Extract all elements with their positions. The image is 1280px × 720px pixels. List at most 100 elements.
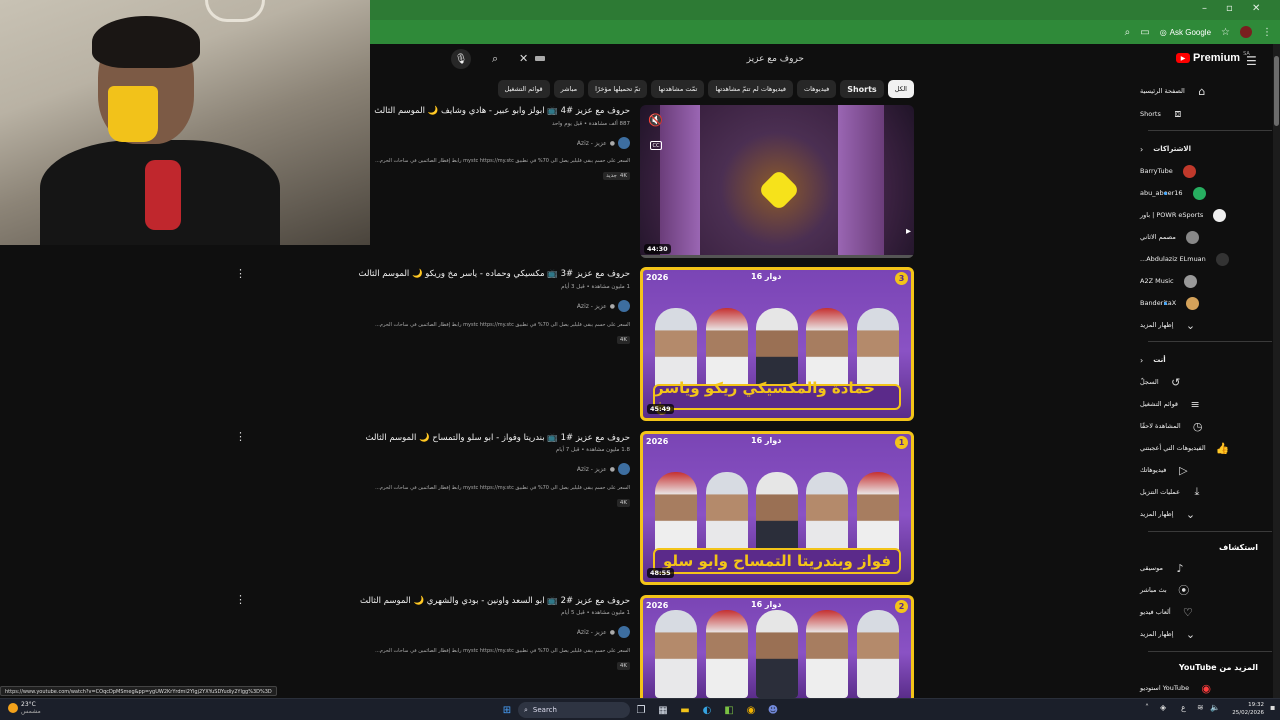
task-view-icon[interactable]: ❐ <box>633 702 649 718</box>
your-videos-icon: ▷ <box>1179 463 1188 477</box>
you-header[interactable]: أنت ‹ <box>1140 351 1264 369</box>
chevron-left-icon: ‹ <box>1140 144 1144 154</box>
video-title[interactable]: حروف مع عزيز #2 📺 ابو السعد واونين - بود… <box>330 596 630 606</box>
chrome-icon[interactable]: ◉ <box>743 702 759 718</box>
sidebar-item-music[interactable]: ♪ موسيقى <box>1140 559 1264 577</box>
subscription-item[interactable]: مصمم الاثاني <box>1140 228 1264 246</box>
thumb-banner: فواز وبندريتا التمساح وابو سلو <box>653 548 901 574</box>
clear-search-icon[interactable]: ✕ <box>519 52 528 65</box>
channel-link[interactable]: Aziz - عزيز ● <box>577 626 630 638</box>
watch-later-icon: ◷ <box>1192 419 1203 433</box>
downloads-icon: ⤓ <box>1194 485 1200 498</box>
sidebar-item-gaming[interactable]: ♡ ألعاب فيديو <box>1140 603 1264 621</box>
windows-start-icon[interactable]: ⊞ <box>499 702 515 718</box>
person <box>806 472 849 560</box>
chip-playlists[interactable]: قوائم التشغيل <box>497 80 550 98</box>
bookmark-star-icon[interactable]: ☆ <box>1221 27 1230 38</box>
network-icon[interactable]: ◈ <box>1160 703 1166 712</box>
sidebar-item-liked[interactable]: 👍 الفيديوهات التي أعجبتني <box>1140 439 1264 457</box>
video-thumbnail[interactable]: 🔇 CC 44:30 <box>640 105 914 258</box>
chip-watched[interactable]: تمّت مشاهدتها <box>651 80 705 98</box>
page-scrollbar[interactable] <box>1273 44 1280 698</box>
sidebar-item-history[interactable]: ↺ السجلّ <box>1140 373 1264 391</box>
sidebar-item-watch-later[interactable]: ◷ المشاهدة لاحقًا <box>1140 417 1264 435</box>
file-explorer-icon[interactable]: ▬ <box>677 702 693 718</box>
sidebar-item-studio[interactable]: ◉ YouTube استوديو <box>1140 679 1264 697</box>
chip-all[interactable]: الكل <box>887 80 914 98</box>
playlists-icon: ≡ <box>1190 397 1200 411</box>
chip-live[interactable]: مباشر <box>553 80 585 98</box>
store-icon[interactable]: ◧ <box>721 702 737 718</box>
chip-recent[interactable]: تمّ تحميلها مؤخرًا <box>588 80 648 98</box>
video-thumbnail[interactable]: 2026 دوار 16 1 فواز وبندريتا التمساح واب… <box>640 431 914 585</box>
video-thumbnail[interactable]: 2026 دوار 16 2 <box>640 595 914 698</box>
language-indicator[interactable]: ع <box>1181 703 1186 712</box>
search-input[interactable]: حروف مع عزيز <box>534 48 816 70</box>
browser-menu-icon[interactable]: ⋮ <box>1262 27 1272 38</box>
widgets-icon[interactable]: ▦ <box>655 702 671 718</box>
sidebar-item-your-videos[interactable]: ▷ فيديوهاتك <box>1140 461 1264 479</box>
sidebar-item-downloads[interactable]: ⤓ عمليات التنزيل <box>1140 483 1264 501</box>
search-icon[interactable]: ⌕ <box>492 52 498 66</box>
subscriptions-show-more[interactable]: ⌄ إظهار المزيد <box>1140 316 1264 334</box>
channel-avatar[interactable] <box>618 463 630 475</box>
person <box>755 472 798 560</box>
sidebar-item-live[interactable]: ⦿ بث مباشر <box>1140 581 1264 599</box>
channel-link[interactable]: Aziz - عزيز ● <box>577 137 630 149</box>
subscription-item[interactable]: A2Z Music <box>1140 272 1264 290</box>
video-title[interactable]: حروف مع عزيز #3 📺 مكسيكي وحماده - ياسر م… <box>330 269 630 279</box>
maximize-button[interactable]: ▫ <box>1226 3 1233 14</box>
taskbar-clock[interactable]: 19:32 25/02/2026 <box>1232 701 1264 717</box>
channel-link[interactable]: Aziz - عزيز ● <box>577 300 630 312</box>
minimize-button[interactable]: – <box>1202 3 1207 14</box>
explore-show-more[interactable]: ⌄ إظهار المزيد <box>1140 625 1264 643</box>
subscription-item[interactable]: abu_abeer16 <box>1140 184 1264 202</box>
keyboard-icon[interactable] <box>535 56 545 61</box>
more-actions-icon[interactable]: ⋮ <box>235 431 246 442</box>
captions-icon[interactable]: CC <box>650 141 662 150</box>
4k-badge: 4K <box>619 663 627 669</box>
mute-icon[interactable]: 🔇 <box>648 113 663 127</box>
channel-avatar[interactable] <box>618 626 630 638</box>
taskbar-search[interactable]: ⌕ Search <box>518 702 630 718</box>
voice-search-button[interactable]: 🎙 <box>451 49 471 69</box>
weather-widget[interactable]: 23°C مشمس <box>8 701 41 715</box>
tray-overflow-icon[interactable]: ˄ <box>1145 703 1149 712</box>
thumb-people <box>651 460 903 560</box>
sidebar-item-home[interactable]: ⌂ الصفحة الرئيسية <box>1140 82 1264 100</box>
subscription-item[interactable]: POWR eSports | باور <box>1140 206 1264 224</box>
more-actions-icon[interactable]: ⋮ <box>235 594 246 605</box>
thumb-league: دوار 16 <box>751 600 782 609</box>
edge-icon[interactable]: ◐ <box>699 702 715 718</box>
channel-avatar[interactable] <box>618 300 630 312</box>
notification-icon[interactable]: ▪ <box>1270 703 1275 712</box>
video-thumbnail[interactable]: 2026 دوار 16 3 حمادة والمكسيكي ريكو وياس… <box>640 267 914 421</box>
video-title[interactable]: حروف مع عزيز #1 📺 بندريتا وفواز - ابو سل… <box>330 433 630 443</box>
episode-number: 2 <box>895 600 908 613</box>
channel-avatar[interactable] <box>618 137 630 149</box>
profile-avatar[interactable] <box>1240 26 1252 38</box>
you-show-more[interactable]: ⌄ إظهار المزيد <box>1140 505 1264 523</box>
ask-google-button[interactable]: ◎ Ask Google <box>1160 28 1211 37</box>
preview-progress-bar[interactable] <box>640 255 914 258</box>
subscription-item[interactable]: BanderitaX <box>1140 294 1264 312</box>
discord-icon[interactable]: ☻ <box>765 702 781 718</box>
subscriptions-header[interactable]: الاشتراكات ‹ <box>1140 140 1264 158</box>
subscription-item[interactable]: Abdulaziz ELmuan... <box>1140 250 1264 268</box>
chip-shorts[interactable]: Shorts <box>840 80 884 98</box>
chip-videos[interactable]: فيديوهات <box>797 80 837 98</box>
channel-link[interactable]: Aziz - عزيز ● <box>577 463 630 475</box>
more-actions-icon[interactable]: ⋮ <box>235 268 246 279</box>
chip-unwatched[interactable]: فيديوهات لم تتمّ مشاهدتها <box>708 80 794 98</box>
channel-name: Aziz - عزيز <box>576 302 607 310</box>
cast-icon[interactable]: ▭ <box>1140 27 1149 38</box>
close-window-button[interactable]: ✕ <box>1252 3 1260 14</box>
wifi-icon[interactable]: ≋ <box>1197 703 1204 712</box>
video-title[interactable]: حروف مع عزيز #4 📺 ابولز وابو عبير - هادي… <box>330 106 630 116</box>
scrollbar-thumb[interactable] <box>1274 56 1279 126</box>
sidebar-item-playlists[interactable]: ≡ قوائم التشغيل <box>1140 395 1264 413</box>
volume-icon[interactable]: 🔈 <box>1210 703 1220 712</box>
sidebar-item-shorts[interactable]: ⧈ Shorts <box>1140 105 1264 123</box>
zoom-icon[interactable]: ⌕ <box>1125 27 1131 38</box>
subscription-item[interactable]: BarryTube <box>1140 162 1264 180</box>
